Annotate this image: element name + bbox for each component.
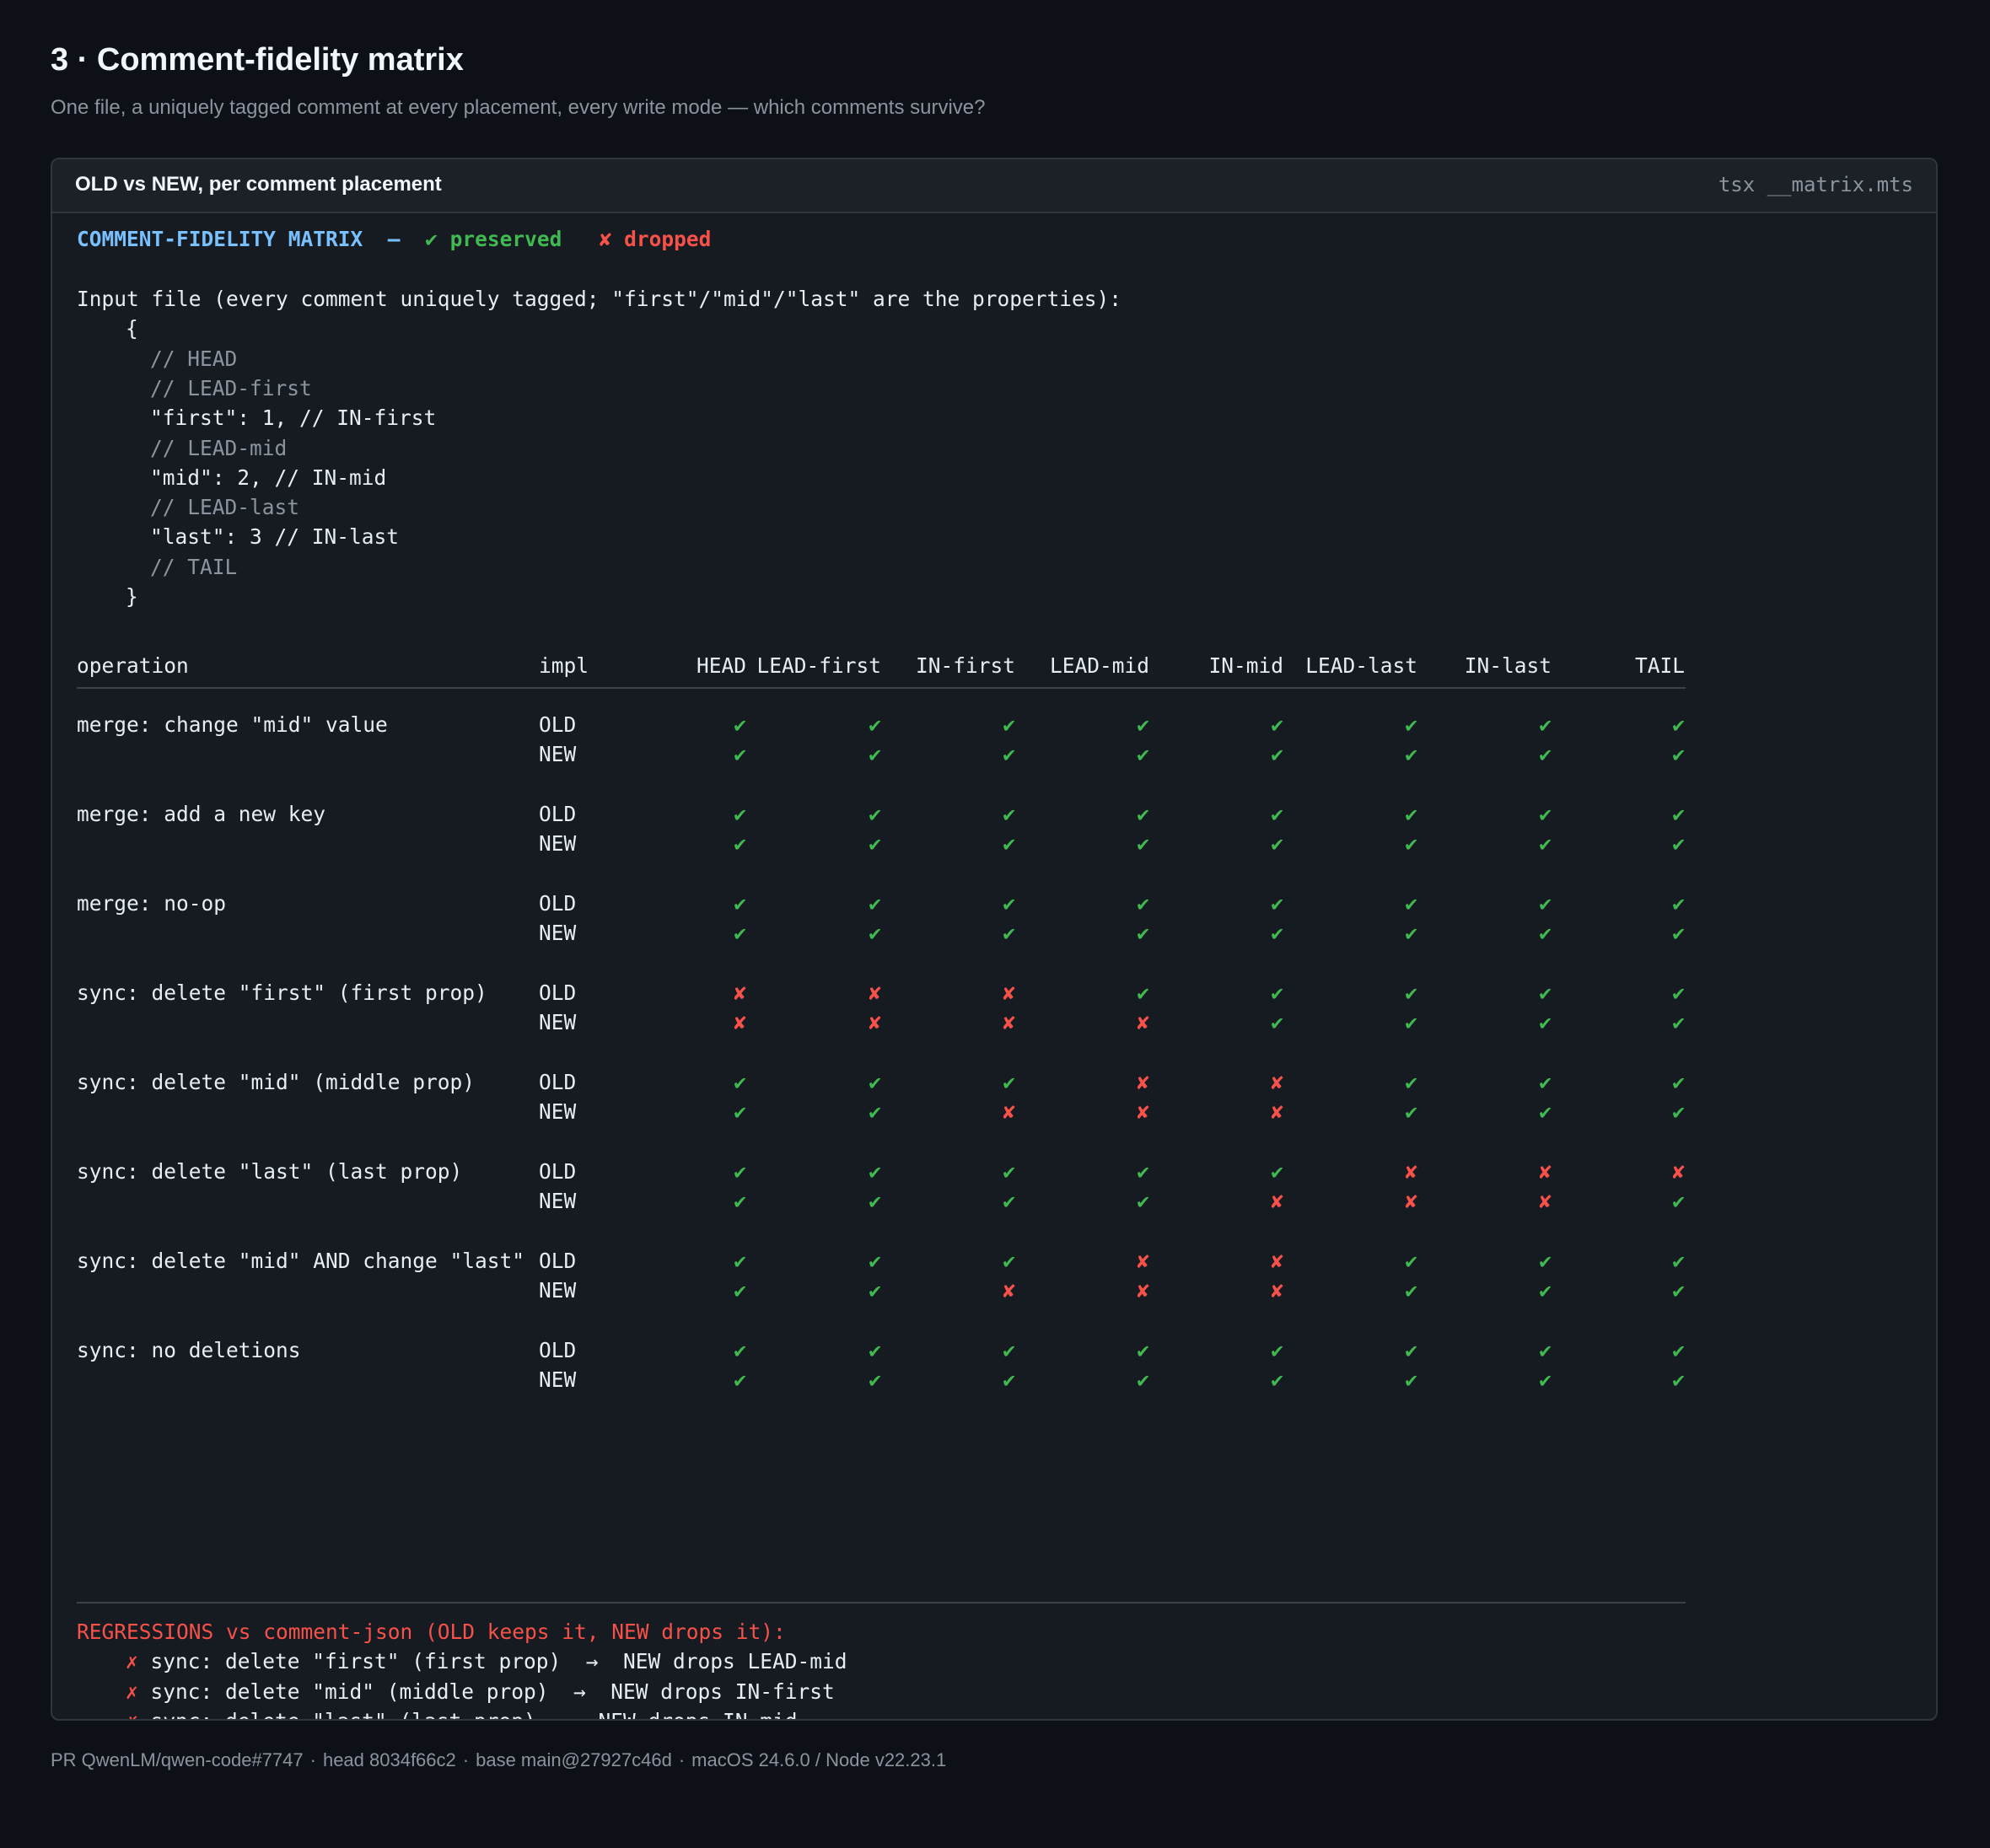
footer-item: head 8034f66c2 (322, 1749, 456, 1770)
input-line-6: "mid": 2, // IN-mid (150, 465, 387, 490)
regression-mark: ✗ (126, 1649, 151, 1674)
matrix-header-rule (77, 687, 1686, 689)
page-subtitle: One file, a uniquely tagged comment at e… (51, 96, 986, 119)
input-line-8: "last": 3 // IN-last (150, 524, 400, 550)
preserved-check: ✔ (1672, 742, 1685, 767)
footer-separator: · (678, 1749, 686, 1770)
legend-dropped: ✘ dropped (599, 227, 712, 251)
input-line-5: // LEAD-mid (150, 435, 288, 460)
legend-preserved: ✔ preserved (425, 227, 562, 251)
regression-item: ✗ sync: delete "last" (last prop) → NEW … (126, 1709, 798, 1719)
input-line-1: { (126, 316, 138, 341)
panel-command: tsx __matrix.mts (1718, 173, 1913, 196)
output-panel: OLD vs NEW, per comment placement tsx __… (51, 158, 1938, 1721)
matrix-row-operation: sync: delete "mid" (middle prop) (77, 1070, 476, 1094)
regression-text: sync: delete "first" (first prop) → NEW … (150, 1649, 847, 1674)
input-line-2: // HEAD (150, 346, 238, 371)
matrix-header-operation: operation (77, 653, 189, 678)
page-title: 3 · Comment-fidelity matrix (51, 42, 464, 78)
input-line-7: // LEAD-last (150, 495, 300, 520)
panel-header: OLD vs NEW, per comment placement tsx __… (52, 159, 1936, 213)
preserved-check: ✔ (1672, 1070, 1685, 1094)
footer-item: macOS 24.6.0 / Node v22.23.1 (691, 1749, 947, 1770)
matrix-row-operation: sync: delete "first" (first prop) (77, 980, 487, 1005)
regressions-rule (77, 1602, 1686, 1604)
regression-item: ✗ sync: delete "first" (first prop) → NE… (126, 1649, 847, 1674)
preserved-check: ✔ (1672, 1010, 1685, 1035)
input-line-10: } (126, 584, 138, 609)
preserved-check: ✔ (1672, 831, 1685, 857)
preserved-check: ✔ (1672, 1367, 1685, 1393)
matrix-row-operation: merge: add a new key (77, 802, 326, 826)
preserved-check: ✔ (1672, 1099, 1685, 1125)
legend-dash: — (387, 227, 401, 251)
dropped-cross: ✘ (1672, 1159, 1685, 1184)
matrix-row-operation: sync: no deletions (77, 1338, 301, 1362)
preserved-check: ✔ (1672, 891, 1685, 916)
footer-meta: PR QwenLM/qwen-code#7747 · head 8034f66c2 ·… (51, 1749, 946, 1771)
regression-mark: ✗ (126, 1709, 151, 1719)
footer-item: PR QwenLM/qwen-code#7747 (51, 1749, 304, 1770)
preserved-check: ✔ (1672, 1249, 1685, 1273)
legend-heading: COMMENT-FIDELITY MATRIX (77, 227, 363, 251)
preserved-check: ✔ (1672, 1189, 1685, 1214)
preserved-check: ✔ (1672, 921, 1685, 946)
matrix-row-operation: merge: change "mid" value (77, 712, 388, 737)
preserved-check: ✔ (1672, 1278, 1685, 1303)
footer-separator: · (462, 1749, 470, 1770)
preserved-check: ✔ (1672, 802, 1685, 826)
terminal-output[interactable]: COMMENT-FIDELITY MATRIX — ✔ preserved ✘ … (52, 213, 1936, 1719)
input-file-intro: Input file (every comment uniquely tagge… (77, 287, 1122, 311)
matrix-row-operation: merge: no-op (77, 891, 227, 916)
footer-item: base main@27927c46d (476, 1749, 672, 1770)
input-line-3: // LEAD-first (150, 375, 312, 400)
regression-text: sync: delete "mid" (middle prop) → NEW d… (150, 1679, 835, 1704)
matrix-row-operation: sync: delete "mid" AND change "last" (77, 1249, 525, 1273)
input-line-4: "first": 1, // IN-first (150, 406, 437, 431)
preserved-check: ✔ (1672, 712, 1685, 737)
matrix-header-tail: TAIL (1634, 653, 1685, 678)
regression-mark: ✗ (126, 1679, 151, 1704)
input-line-9: // TAIL (150, 554, 238, 579)
regression-item: ✗ sync: delete "mid" (middle prop) → NEW… (126, 1679, 835, 1705)
regressions-heading: REGRESSIONS vs comment-json (OLD keeps i… (77, 1620, 786, 1644)
preserved-check: ✔ (1672, 980, 1685, 1005)
preserved-check: ✔ (1672, 1338, 1685, 1362)
legend-line: COMMENT-FIDELITY MATRIX — ✔ preserved ✘ … (77, 227, 711, 252)
matrix-row-operation: sync: delete "last" (last prop) (77, 1159, 463, 1184)
regression-text: sync: delete "last" (last prop) → NEW dr… (151, 1709, 798, 1719)
footer-separator: · (309, 1749, 316, 1770)
panel-title: OLD vs NEW, per comment placement (75, 173, 442, 196)
